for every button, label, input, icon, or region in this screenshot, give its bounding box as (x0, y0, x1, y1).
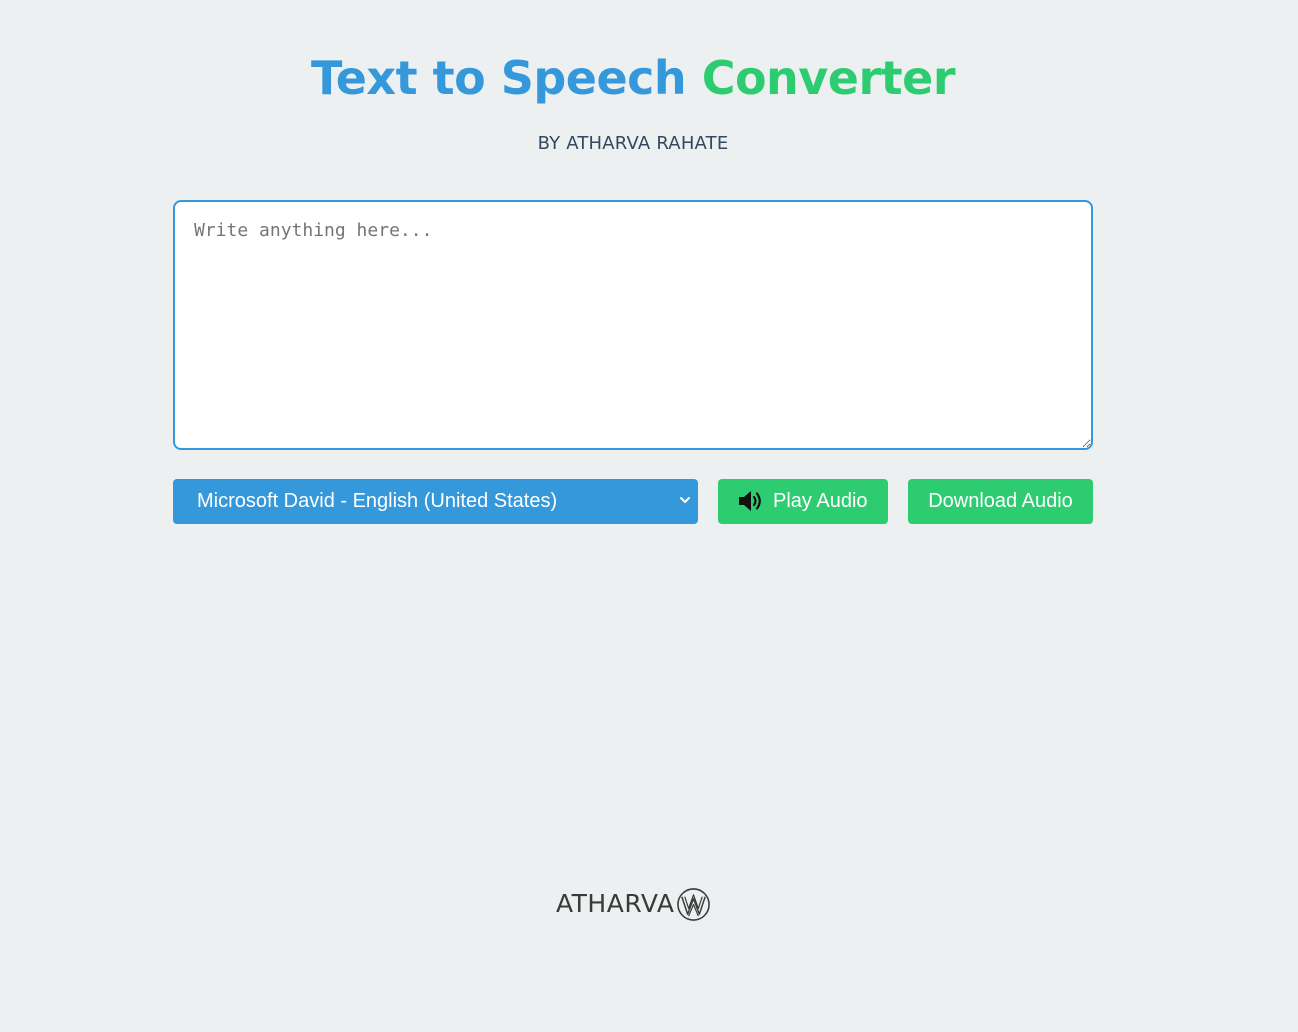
title-primary: Text to Speech (310, 51, 687, 105)
author-subtitle: BY ATHARVA RAHATE (537, 133, 729, 154)
controls-row: Microsoft David - English (United States… (173, 479, 1093, 524)
page-title: Text to Speech Converter (0, 48, 1266, 108)
download-audio-label: Download Audio (928, 490, 1073, 512)
speaker-icon (739, 491, 761, 511)
chevron-down-icon (680, 497, 690, 503)
text-input[interactable] (173, 200, 1093, 450)
logo-emblem-icon (677, 888, 710, 921)
logo-wordmark: ATHARVA (556, 889, 675, 918)
play-audio-button[interactable]: Play Audio (718, 479, 888, 524)
footer-logo: ATHARVA (556, 884, 716, 924)
voice-select[interactable]: Microsoft David - English (United States… (173, 479, 698, 524)
voice-select-value: Microsoft David - English (United States… (197, 490, 558, 512)
title-accent: Converter (701, 51, 956, 105)
download-audio-button[interactable]: Download Audio (908, 479, 1093, 524)
play-audio-label: Play Audio (773, 490, 868, 512)
page: Text to Speech Converter BY ATHARVA RAHA… (0, 0, 1298, 1032)
